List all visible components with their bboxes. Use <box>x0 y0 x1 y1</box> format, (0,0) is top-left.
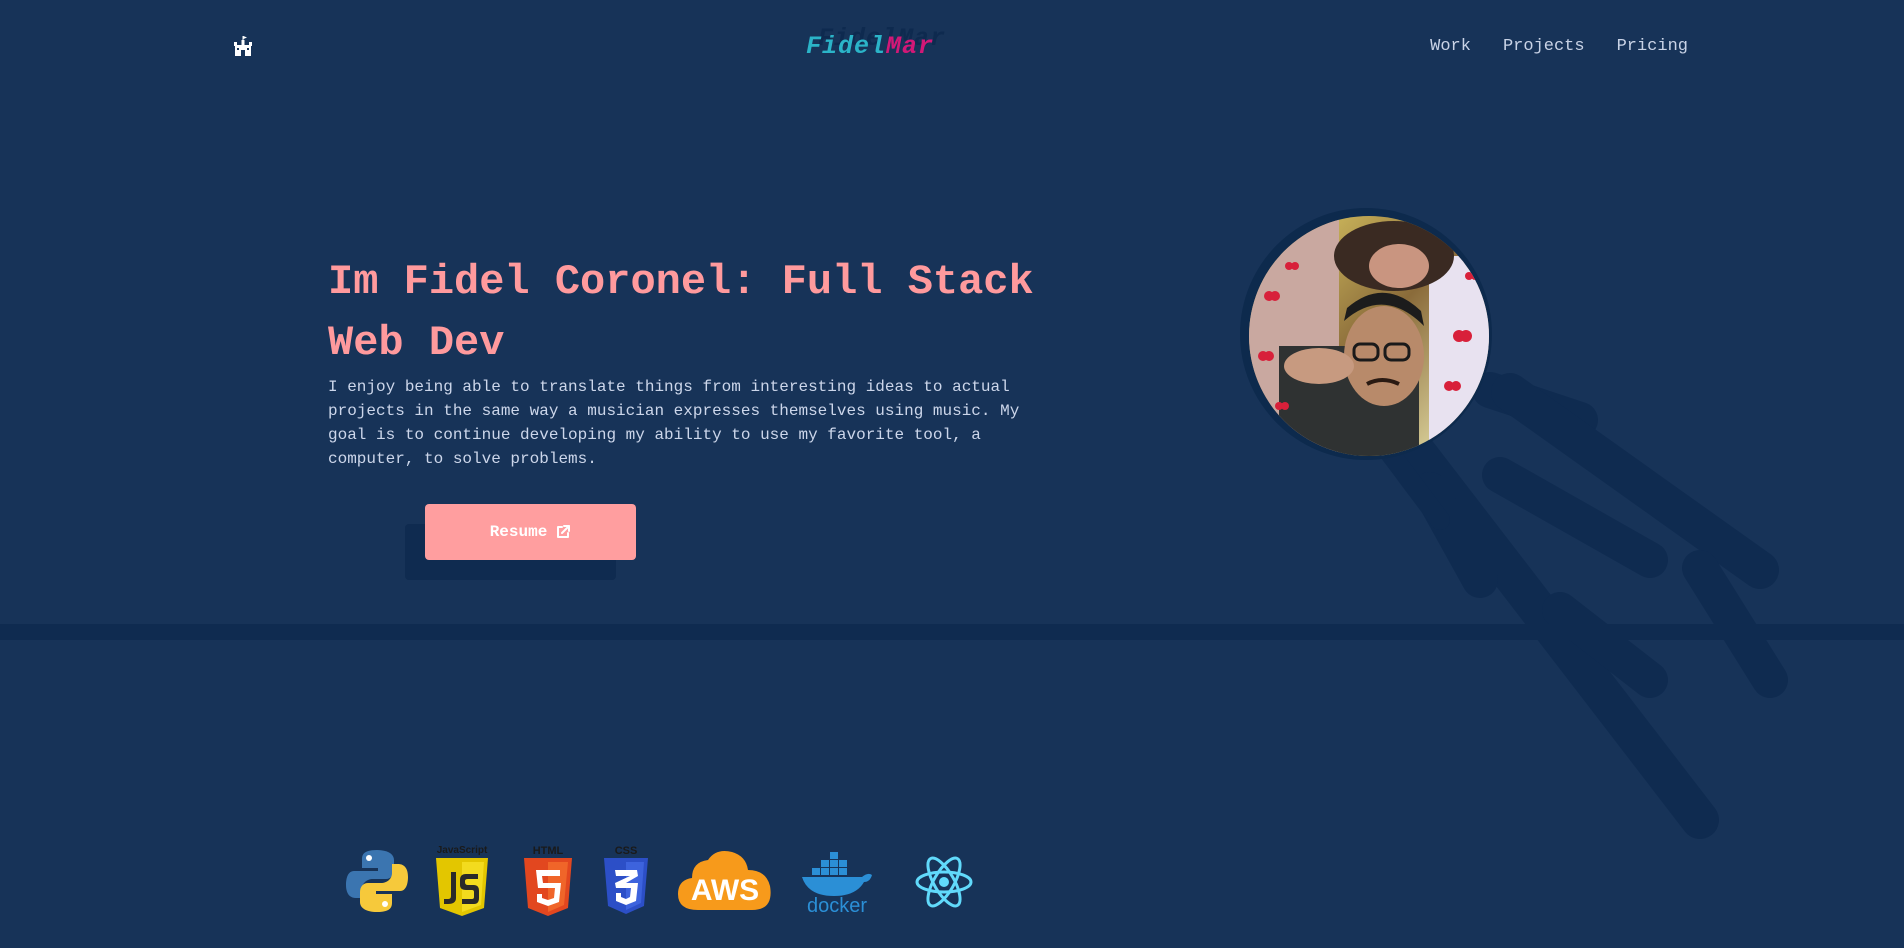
css-label: CSS <box>614 845 638 857</box>
site-header: FidelMar FidelMar Work Projects Pricing <box>0 0 1904 94</box>
docker-icon: docker <box>798 848 876 914</box>
hero-title: Im Fidel Coronel: Full Stack Web Dev <box>328 258 1034 367</box>
javascript-icon: JavaScript <box>432 846 492 916</box>
aws-icon: AWS <box>676 848 774 912</box>
hero-description: I enjoy being able to translate things f… <box>328 378 1020 468</box>
resume-button[interactable]: Resume <box>425 504 636 560</box>
section-divider-band <box>0 624 1904 640</box>
html5-icon: HTML <box>522 846 574 916</box>
external-link-icon <box>557 525 571 538</box>
nav-projects[interactable]: Projects <box>1503 37 1585 56</box>
decorative-streaks <box>1281 281 1788 839</box>
aws-label: AWS <box>691 874 759 907</box>
profile-photo <box>1249 216 1489 456</box>
javascript-label: JavaScript <box>436 845 488 856</box>
nav-pricing[interactable]: Pricing <box>1617 37 1688 56</box>
nav-work[interactable]: Work <box>1430 37 1471 56</box>
python-icon <box>344 848 410 914</box>
main-nav: Work Projects Pricing <box>1430 37 1688 56</box>
html-label: HTML <box>532 845 564 857</box>
react-icon <box>914 856 974 908</box>
logo-first-part: Fidel <box>806 32 887 61</box>
site-logo[interactable]: FidelMar <box>806 30 934 64</box>
resume-label: Resume <box>489 523 548 541</box>
avatar <box>1249 216 1489 456</box>
css3-icon: CSS <box>602 846 650 916</box>
logo-second-part: Mar <box>886 32 935 61</box>
docker-label: docker <box>807 895 867 914</box>
castle-icon[interactable] <box>232 36 254 58</box>
tech-stack: JavaScript HTML CSS AWS docker <box>0 0 1904 948</box>
page: FidelMar FidelMar Work Projects Pricing … <box>0 0 1904 948</box>
